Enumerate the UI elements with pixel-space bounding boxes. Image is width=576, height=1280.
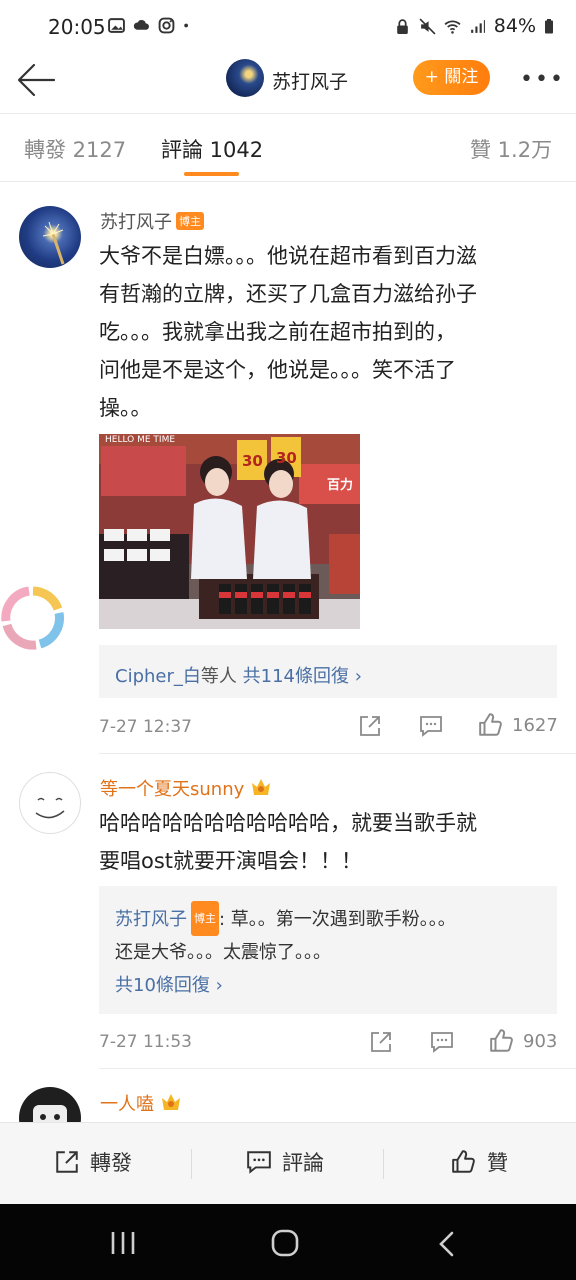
comment-icon [247,1151,271,1174]
like-action[interactable]: 903 [489,1028,557,1054]
like-count: 903 [523,1030,558,1052]
status-bar: 20:05 84% [0,0,576,56]
system-navigation-bar [0,1204,576,1280]
reply-summary-text: Cipher_白等人 共114條回復 › [115,662,362,688]
reply-author[interactable]: 苏打风子 [115,909,187,930]
active-tab-indicator [184,172,239,176]
wifi-icon [444,20,461,34]
more-options-icon[interactable]: ••• [520,67,565,92]
comment-line: 有哲瀚的立牌，还买了几盒百力滋给孙子 [99,282,477,306]
thumbs-up-icon [452,1150,475,1173]
photo-price-tag: 30 [242,452,263,470]
back-icon[interactable] [436,1230,458,1258]
like-action[interactable]: 1627 [478,712,558,738]
tab-comments[interactable]: 評論 1042 [161,134,263,164]
comment-author[interactable]: 等一个夏天sunny [100,775,272,801]
comment-time: 7-27 12:37 [99,717,192,737]
lock-icon [396,18,408,34]
repost-label: 轉發 [90,1151,132,1175]
crown-icon [252,779,270,795]
chevron-right-icon: › [209,975,223,996]
comment-time: 7-27 11:53 [99,1032,192,1052]
comment-photo[interactable]: HELLO ME TIME 30 30 百力 [99,434,360,629]
photo-sign-text: HELLO ME TIME [105,435,176,445]
photo-price-tag: 30 [276,449,297,467]
reply-user-link[interactable]: Cipher_白 [115,666,201,687]
sparkler-icon [42,221,65,265]
thumbs-up-icon [479,713,502,736]
reply-box[interactable]: 苏打风子 博主: 草。。第一次遇到歌手粉。。。 还是大爷。。。太震惊了。。。 共1… [99,886,557,1014]
like-count: 1627 [512,714,558,736]
comment-line: 吃。。。我就拿出我之前在超市拍到的， [99,320,456,344]
divider [99,1068,576,1069]
battery-level: 84% [493,15,536,37]
divider [99,753,576,754]
comment-author-name[interactable]: 一人嗑 [100,1094,154,1115]
reply-text: 苏打风子 博主: 草。。第一次遇到歌手粉。。。 还是大爷。。。太震惊了。。。 共1… [115,901,545,1002]
crown-icon [161,1094,180,1110]
dot-icon [184,23,188,28]
comment-author-name[interactable]: 等一个夏天sunny [100,779,244,800]
notification-icons [108,17,193,34]
like-label: 贊 [487,1151,508,1175]
comment-line: 操。。 [99,396,152,420]
mute-icon [419,17,436,35]
comment-label: 評論 [282,1151,324,1175]
instagram-icon [158,17,175,34]
comment-icon[interactable] [430,1030,454,1054]
blogger-badge: 博主 [191,901,219,936]
chevron-right-icon: › [348,666,362,687]
signal-icon [470,19,485,33]
home-icon[interactable] [270,1228,300,1258]
reply-line: 还是大爷。。。太震惊了。。。 [115,942,331,963]
loading-spinner-icon [1,586,64,650]
tab-reposts[interactable]: 轉發 2127 [24,134,126,164]
gallery-icon [108,18,125,33]
cloud-icon [133,19,149,30]
repost-button[interactable]: 轉發 [54,1147,132,1177]
separator [383,1149,384,1179]
share-icon[interactable] [369,1030,393,1054]
comment-line: 问他是不是这个，他说是。。。笑不活了 [99,358,456,382]
author-avatar[interactable] [226,59,264,97]
interaction-tabs: 轉發 2127 評論 1042 贊 1.2万 [0,114,576,182]
share-icon[interactable] [358,714,382,738]
comment-line: 哈哈哈哈哈哈哈哈哈哈哈，就要当歌手就 [99,811,477,835]
bottom-action-bar: 轉發 評論 贊 [0,1122,576,1204]
comment-author[interactable]: 一人嗑 [100,1090,182,1116]
reply-line: : 草。。第一次遇到歌手粉。。。 [219,909,456,930]
page-title: 苏打风子 [272,71,349,93]
battery-icon [545,18,553,33]
avatar[interactable] [19,772,81,834]
tab-likes[interactable]: 贊 1.2万 [470,134,552,164]
comment-button[interactable]: 評論 [246,1147,324,1177]
follow-button[interactable]: + 關注 [413,60,490,95]
comment-body: 哈哈哈哈哈哈哈哈哈哈哈，就要当歌手就 要唱ost就要开演唱会！！！ [99,804,559,880]
photo-brand-sign: 百力 [327,478,354,493]
smiley-face-icon [35,797,65,819]
system-icons: 84% [394,15,554,37]
comment-author[interactable]: 苏打风子 博主 [100,208,204,234]
comment-author-name[interactable]: 苏打风子 [100,212,172,233]
comment-icon[interactable] [419,714,443,738]
recent-apps-icon[interactable] [109,1230,137,1256]
separator [191,1149,192,1179]
like-button[interactable]: 贊 [451,1147,508,1177]
comment-body: 大爷不是白嫖。。。他说在超市看到百力滋 有哲瀚的立牌，还买了几盒百力滋给孙子 吃… [99,237,559,427]
reply-summary-others: 等人 [200,666,237,687]
reply-count-link[interactable]: 共10條回復 [115,975,210,996]
back-arrow-icon[interactable] [14,60,58,100]
reply-count-link[interactable]: 共114條回復 [243,666,349,687]
top-nav: 苏打风子 + 關注 ••• [0,56,576,114]
screen: 20:05 84% 苏打风子 + 關注 ••• 轉發 2127 評論 1042 … [0,0,576,1280]
comment-line: 要唱ost就要开演唱会！！！ [99,849,363,873]
blogger-badge: 博主 [176,212,204,230]
avatar[interactable] [19,206,81,268]
comment-line: 大爷不是白嫖。。。他说在超市看到百力滋 [99,244,477,268]
share-icon [56,1151,78,1173]
thumbs-up-icon [490,1029,513,1052]
reply-summary[interactable]: Cipher_白等人 共114條回復 › [99,645,557,698]
status-time: 20:05 [48,15,106,39]
